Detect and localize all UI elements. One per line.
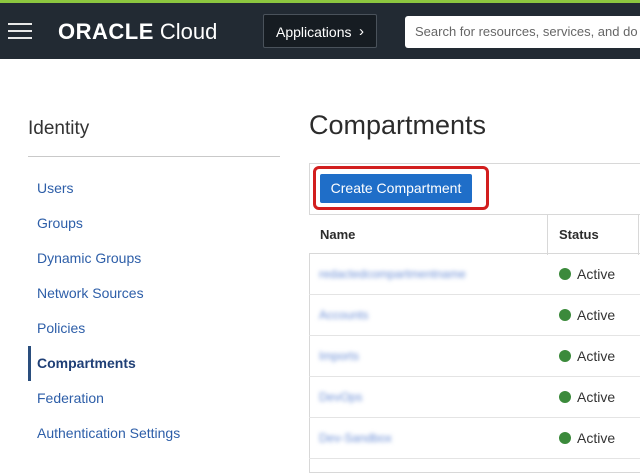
sidebar-item-authentication-settings[interactable]: Authentication Settings bbox=[28, 416, 280, 451]
create-compartment-button[interactable]: Create Compartment bbox=[320, 174, 472, 203]
search-input[interactable]: Search for resources, services, and do bbox=[405, 16, 640, 48]
applications-label: Applications bbox=[276, 24, 352, 40]
status-active-icon bbox=[559, 268, 571, 280]
compartment-name-link[interactable]: Accounts bbox=[319, 308, 368, 322]
sidebar-item-groups[interactable]: Groups bbox=[28, 206, 280, 241]
compartment-name-link[interactable]: Dev-Sandbox bbox=[319, 431, 392, 445]
page-title: Compartments bbox=[309, 110, 487, 140]
status-active-icon bbox=[559, 309, 571, 321]
table-row: Accounts Active bbox=[309, 295, 640, 336]
brand-oracle: ORACLE bbox=[58, 19, 154, 44]
compartment-name-link[interactable]: DevOps bbox=[319, 390, 362, 404]
top-header-bar: ORACLE Cloud Applications › Search for re… bbox=[0, 3, 640, 59]
column-divider bbox=[638, 215, 639, 255]
column-divider bbox=[547, 215, 548, 255]
table-row: DevOps Active bbox=[309, 377, 640, 418]
table-header: Name Status bbox=[309, 214, 640, 255]
brand-cloud: Cloud bbox=[159, 19, 218, 44]
column-header-status[interactable]: Status bbox=[559, 215, 599, 255]
sidebar-title: Identity bbox=[28, 118, 90, 139]
table-row: Imports Active bbox=[309, 336, 640, 377]
sidebar-divider bbox=[28, 156, 280, 157]
compartments-table-body: redactedcompartmentname Active Accounts … bbox=[309, 254, 640, 459]
status-active-icon bbox=[559, 391, 571, 403]
column-header-name[interactable]: Name bbox=[320, 215, 355, 255]
search-placeholder: Search for resources, services, and do bbox=[415, 24, 638, 39]
status-text: Active bbox=[577, 430, 616, 446]
sidebar-item-network-sources[interactable]: Network Sources bbox=[28, 276, 280, 311]
status-active-icon bbox=[559, 350, 571, 362]
hamburger-menu-icon[interactable] bbox=[8, 22, 32, 40]
sidebar-nav: Users Groups Dynamic Groups Network Sour… bbox=[28, 171, 280, 451]
sidebar-item-policies[interactable]: Policies bbox=[28, 311, 280, 346]
table-row: redactedcompartmentname Active bbox=[309, 254, 640, 295]
sidebar-item-compartments[interactable]: Compartments bbox=[28, 346, 280, 381]
status-text: Active bbox=[577, 348, 616, 364]
sidebar-item-federation[interactable]: Federation bbox=[28, 381, 280, 416]
status-text: Active bbox=[577, 307, 616, 323]
compartment-name-link[interactable]: redactedcompartmentname bbox=[319, 267, 466, 281]
oracle-cloud-logo[interactable]: ORACLE Cloud bbox=[58, 18, 217, 46]
status-text: Active bbox=[577, 266, 616, 282]
status-text: Active bbox=[577, 389, 616, 405]
chevron-right-icon: › bbox=[359, 23, 364, 40]
applications-button[interactable]: Applications › bbox=[263, 14, 377, 48]
sidebar-item-users[interactable]: Users bbox=[28, 171, 280, 206]
compartment-name-link[interactable]: Imports bbox=[319, 349, 359, 363]
status-active-icon bbox=[559, 432, 571, 444]
table-row: Dev-Sandbox Active bbox=[309, 418, 640, 459]
sidebar-item-dynamic-groups[interactable]: Dynamic Groups bbox=[28, 241, 280, 276]
